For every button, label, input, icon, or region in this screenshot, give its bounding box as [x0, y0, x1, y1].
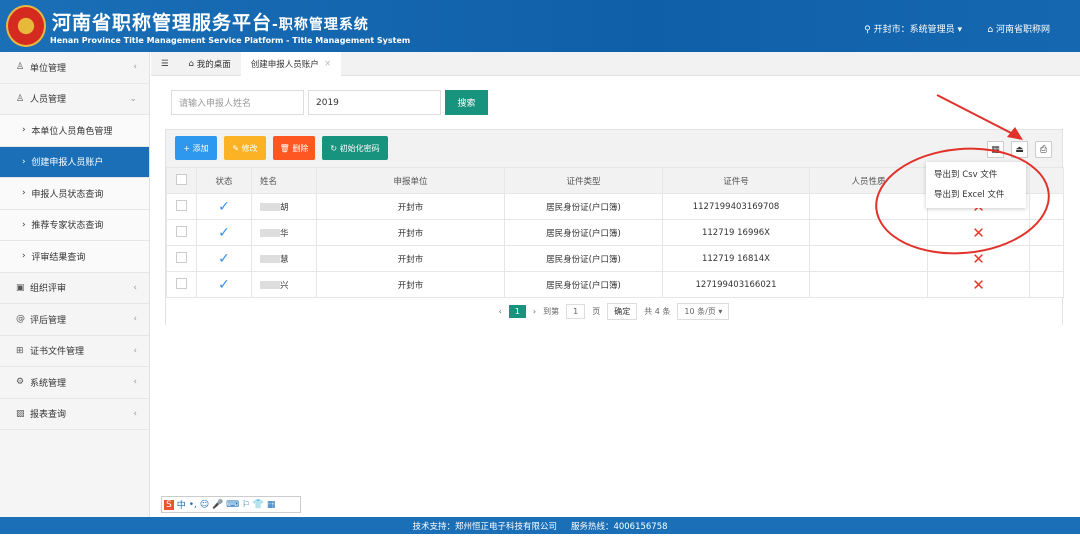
search-button[interactable]: 搜索: [445, 90, 488, 115]
app-subtitle: Henan Province Title Management Service …: [50, 36, 411, 45]
page-size-select[interactable]: 10 条/页 ▾: [677, 303, 730, 320]
user-menu[interactable]: ⚲ 开封市：系统管理员 ▾: [864, 22, 962, 35]
table-row[interactable]: ✓ 兴 开封市 居民身份证(户口簿) 127199403166021 ✕: [166, 271, 1064, 298]
tab-desktop[interactable]: ⌂ 我的桌面: [179, 52, 241, 76]
row-checkbox[interactable]: [176, 199, 187, 211]
page-1[interactable]: 1: [508, 305, 526, 318]
sidebar-item-unit[interactable]: ♙ 单位管理 ‹: [0, 52, 149, 84]
sidebar-item-post-review[interactable]: @ 评后管理 ‹: [0, 304, 149, 336]
next-page-icon[interactable]: ›: [533, 307, 536, 316]
reset-password-button[interactable]: ↻ 初始化密码: [322, 136, 388, 160]
user-icon: ⚲: [864, 25, 874, 35]
redacted-mark: [260, 229, 280, 237]
sidebar-item-applicant-status[interactable]: › 申报人员状态查询: [0, 178, 149, 210]
check-icon: ✓: [218, 250, 230, 267]
user-icon: ♙: [16, 93, 25, 104]
check-icon: ✓: [218, 276, 230, 293]
ime-toolbar[interactable]: S 中 •, ☺ 🎤 ⌨ ⚐ 👕 ▦: [161, 496, 301, 513]
sidebar-item-reports[interactable]: ▨ 报表查询 ‹: [0, 399, 149, 430]
row-checkbox[interactable]: [176, 225, 187, 237]
header: 河南省职称管理服务平台-职称管理系统 Henan Province Title …: [0, 0, 1080, 52]
check-icon: ✓: [218, 224, 230, 241]
gear-icon: ⚙: [16, 377, 25, 388]
sidebar: ♙ 单位管理 ‹ ♙ 人员管理 ⌄ › 本单位人员角色管理 › 创建申报人员账户 › 申…: [0, 52, 150, 517]
home-icon: ⌂: [188, 58, 197, 69]
redacted-mark: [260, 203, 280, 211]
at-icon: @: [16, 314, 25, 325]
cross-icon: ✕: [972, 275, 985, 294]
pagination: ‹ 1 › 到第 1 页 确定 共 4 条 10 条/页 ▾: [166, 298, 1062, 325]
home-icon: ⌂: [987, 25, 996, 35]
user-icon: ♙: [16, 62, 25, 73]
close-icon[interactable]: ×: [324, 59, 331, 69]
sidebar-item-system[interactable]: ⚙ 系统管理 ‹: [0, 367, 149, 399]
name-search-input[interactable]: 请输入申报人姓名: [171, 90, 304, 115]
image-icon: ▨: [16, 408, 25, 419]
sidebar-item-create-account[interactable]: › 创建申报人员账户: [0, 146, 149, 178]
row-checkbox[interactable]: [176, 251, 187, 263]
sidebar-item-roles[interactable]: › 本单位人员角色管理: [0, 115, 149, 147]
redacted-mark: [260, 255, 280, 263]
tab-bar: ☰ ⌂ 我的桌面 创建申报人员账户 ×: [151, 51, 1080, 76]
emblem-logo: [6, 5, 46, 47]
sidebar-item-people[interactable]: ♙ 人员管理 ⌄: [0, 84, 149, 115]
sidebar-item-results[interactable]: › 评审结果查询: [0, 241, 149, 273]
print-icon[interactable]: ⎙: [1035, 141, 1052, 158]
site-link[interactable]: ⌂ 河南省职称网: [987, 22, 1050, 35]
add-button[interactable]: + 添加: [175, 136, 217, 160]
sogou-icon: S: [164, 499, 174, 510]
redacted-mark: [260, 281, 280, 289]
card-icon: ▣: [16, 282, 25, 293]
row-checkbox[interactable]: [176, 277, 187, 289]
check-icon: ✓: [218, 198, 230, 215]
footer: 技术支持：郑州恒正电子科技有限公司 服务热线：4006156758: [0, 517, 1080, 534]
annotation-arrow: [936, 94, 1023, 140]
sidebar-item-expert-status[interactable]: › 推荐专家状态查询: [0, 209, 149, 241]
sidebar-item-certificates[interactable]: ⊞ 证书文件管理 ‹: [0, 336, 149, 367]
prev-page-icon[interactable]: ‹: [499, 307, 502, 316]
app-title: 河南省职称管理服务平台-职称管理系统: [52, 12, 369, 34]
delete-button[interactable]: 🗑 删除: [273, 136, 315, 160]
menu-toggle-icon[interactable]: ☰: [151, 52, 179, 76]
select-all-checkbox[interactable]: [176, 173, 187, 185]
confirm-button[interactable]: 确定: [607, 303, 638, 320]
goto-page-input[interactable]: 1: [566, 304, 586, 319]
sidebar-item-review[interactable]: ▣ 组织评审 ‹: [0, 273, 149, 304]
year-input[interactable]: 2019: [308, 90, 441, 115]
tab-create-account[interactable]: 创建申报人员账户 ×: [240, 51, 342, 76]
edit-button[interactable]: ✎ 修改: [224, 136, 266, 160]
book-icon: ⊞: [16, 345, 24, 356]
